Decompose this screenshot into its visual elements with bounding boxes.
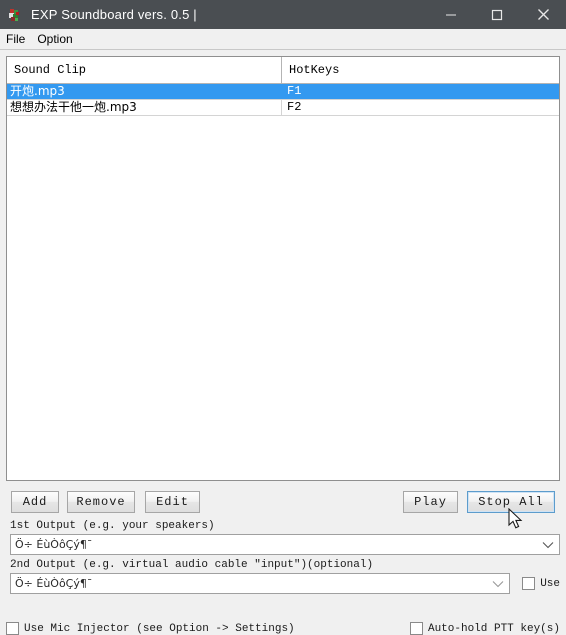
first-output-label: 1st Output (e.g. your speakers) [10, 520, 215, 532]
column-header-sound-clip[interactable]: Sound Clip [7, 57, 282, 83]
remove-button[interactable]: Remove [67, 491, 135, 513]
second-output-row: Ö÷ ÉùÒôÇý¶¯ Use [6, 573, 560, 594]
use-second-output-checkbox[interactable]: Use [522, 577, 560, 590]
action-button-row: Add Remove Edit Play Stop All [6, 487, 560, 517]
chevron-down-icon[interactable] [537, 541, 559, 549]
close-button[interactable] [520, 0, 566, 29]
second-output-value: Ö÷ ÉùÒôÇý¶¯ [15, 577, 93, 590]
play-button[interactable]: Play [403, 491, 458, 513]
cell-sound-clip: 想想办法干他一炮.mp3 [7, 100, 282, 115]
table-body: 开炮.mp3 F1 想想办法干他一炮.mp3 F2 [7, 84, 559, 480]
mic-injector-label: Use Mic Injector (see Option -> Settings… [24, 622, 295, 635]
chevron-down-icon[interactable] [487, 580, 509, 588]
stop-all-button[interactable]: Stop All [467, 491, 555, 513]
menu-item-file[interactable]: File [0, 30, 31, 48]
second-output-label: 2nd Output (e.g. virtual audio cable "in… [10, 559, 374, 571]
minimize-button[interactable] [428, 0, 474, 29]
application-window: EXP Soundboard vers. 0.5 | File Option S… [0, 0, 566, 635]
app-icon [7, 7, 23, 23]
mic-injector-checkbox[interactable]: Use Mic Injector (see Option -> Settings… [6, 622, 295, 635]
edit-button[interactable]: Edit [145, 491, 200, 513]
cell-sound-clip: 开炮.mp3 [7, 84, 282, 99]
table-header: Sound Clip HotKeys [7, 57, 559, 84]
window-title: EXP Soundboard vers. 0.5 | [31, 7, 197, 22]
menu-bar: File Option [0, 29, 566, 50]
cell-hotkey: F2 [287, 100, 302, 114]
first-output-select[interactable]: Ö÷ ÉùÒôÇý¶¯ [10, 534, 560, 555]
use-label: Use [540, 577, 560, 590]
checkbox-box[interactable] [6, 622, 19, 635]
main-content: Sound Clip HotKeys 开炮.mp3 F1 想想办法干他一炮.mp… [0, 50, 566, 613]
auto-hold-ptt-checkbox[interactable]: Auto-hold PTT key(s) [409, 622, 560, 635]
table-row[interactable]: 开炮.mp3 F1 [7, 84, 559, 100]
sound-clip-table[interactable]: Sound Clip HotKeys 开炮.mp3 F1 想想办法干他一炮.mp… [6, 56, 560, 481]
add-button[interactable]: Add [11, 491, 59, 513]
footer-row: Use Mic Injector (see Option -> Settings… [0, 622, 566, 635]
column-header-hotkeys[interactable]: HotKeys [282, 57, 559, 83]
menu-item-option[interactable]: Option [31, 30, 78, 48]
table-row[interactable]: 想想办法干他一炮.mp3 F2 [7, 100, 559, 116]
auto-hold-label: Auto-hold PTT key(s) [427, 622, 560, 635]
cell-hotkey: F1 [287, 84, 302, 98]
first-output-value: Ö÷ ÉùÒôÇý¶¯ [15, 538, 93, 551]
checkbox-box[interactable] [522, 577, 536, 590]
title-bar: EXP Soundboard vers. 0.5 | [0, 0, 566, 29]
checkbox-box[interactable] [409, 622, 423, 635]
second-output-select[interactable]: Ö÷ ÉùÒôÇý¶¯ [10, 573, 511, 594]
first-output-row: Ö÷ ÉùÒôÇý¶¯ [6, 534, 560, 555]
maximize-button[interactable] [474, 0, 520, 29]
